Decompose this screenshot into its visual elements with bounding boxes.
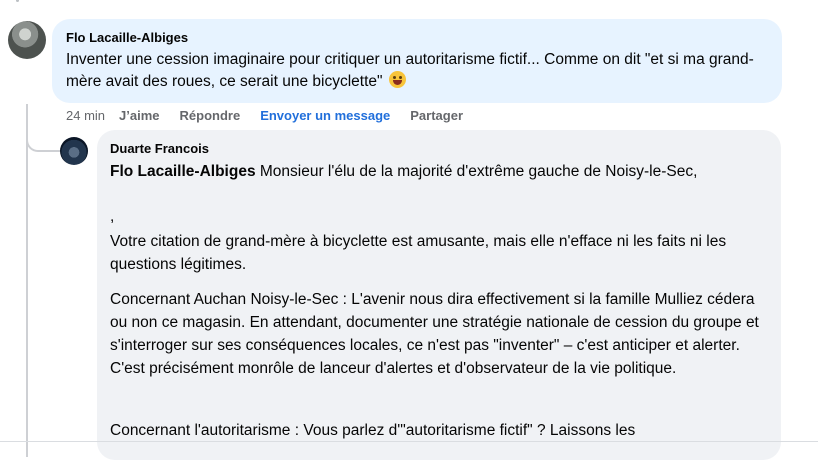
reply-author[interactable]: Duarte Francois	[110, 141, 209, 156]
thread-connector-top	[16, 0, 19, 2]
thread-line	[26, 104, 28, 457]
reply-paragraph-1: Flo Lacaille-Albiges Monsieur l'élu de l…	[110, 160, 760, 183]
reply-paragraph-2: ,	[110, 208, 115, 225]
comment-bubble: Flo Lacaille-Albiges Inventer une cessio…	[52, 19, 782, 103]
send-message-button[interactable]: Envoyer un message	[260, 108, 390, 123]
reply-avatar[interactable]	[60, 137, 88, 165]
reply-paragraph-4: Concernant Auchan Noisy-le-Sec : L'aveni…	[110, 291, 759, 377]
comment-author[interactable]: Flo Lacaille-Albiges	[66, 30, 188, 45]
reply-paragraph-3: Votre citation de grand-mère à bicyclett…	[110, 233, 727, 273]
thread-branch	[26, 128, 60, 152]
reply-paragraph-1-text: Monsieur l'élu de la majorité d'extrême …	[255, 163, 698, 180]
mention-link[interactable]: Flo Lacaille-Albiges	[110, 163, 256, 180]
like-button[interactable]: J’aime	[119, 108, 159, 123]
grinning-squinting-face-icon	[388, 71, 406, 88]
reply-paragraph-5: Concernant l'autoritarisme : Vous parlez…	[110, 422, 636, 439]
avatar[interactable]	[8, 21, 46, 59]
divider	[0, 441, 818, 442]
reply-button[interactable]: Répondre	[180, 108, 241, 123]
share-button[interactable]: Partager	[410, 108, 463, 123]
comment-text: Inventer une cession imaginaire pour cri…	[66, 49, 778, 93]
reply-bubble: Duarte Francois Flo Lacaille-Albiges Mon…	[97, 130, 781, 460]
comment-text-body: Inventer une cession imaginaire pour cri…	[66, 51, 754, 90]
comment-actions: 24 min J’aime Répondre Envoyer un messag…	[66, 108, 483, 123]
comment-timestamp[interactable]: 24 min	[66, 108, 105, 123]
